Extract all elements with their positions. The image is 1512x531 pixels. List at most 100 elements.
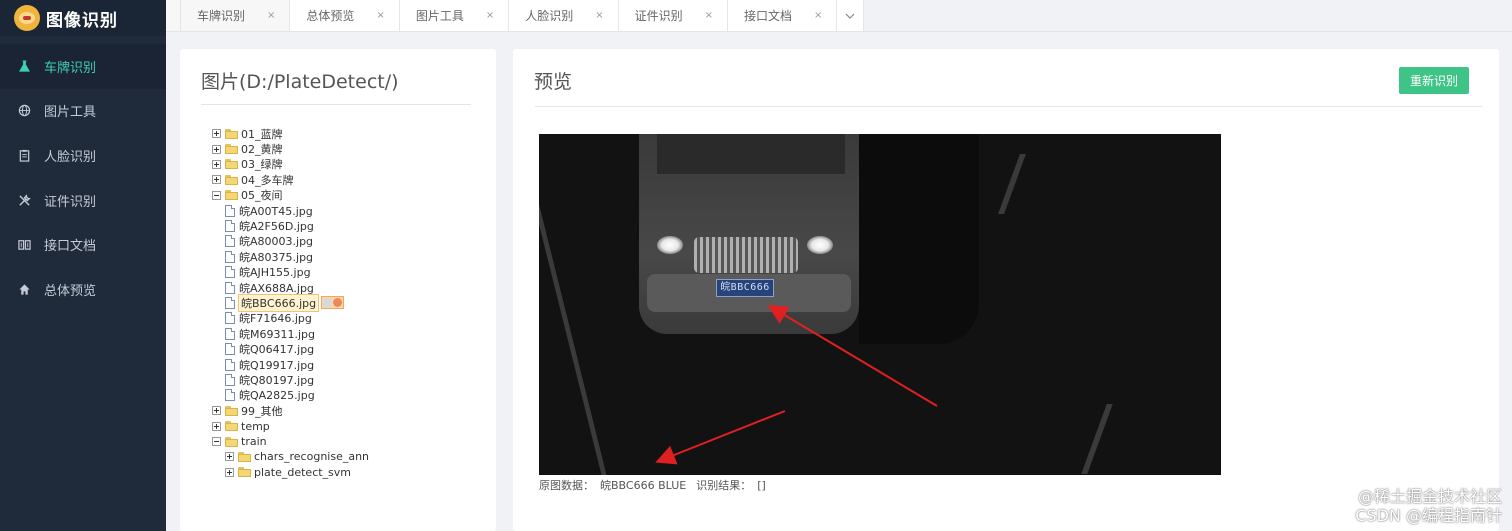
tabs: 车牌识别 × 总体预览 × 图片工具 × 人脸识别 × 证件识别 × 接口文档 … xyxy=(181,0,865,31)
app-title: 图像识别 xyxy=(46,10,118,31)
tree-file-selected[interactable]: 皖BBC666.jpg xyxy=(212,294,370,312)
sidebar-item-api-docs[interactable]: 接口文档 xyxy=(0,222,166,267)
expand-icon[interactable] xyxy=(225,452,234,462)
sidebar-item-overview[interactable]: 总体预览 xyxy=(0,267,166,312)
edit-icon[interactable] xyxy=(323,298,333,308)
tree-folder-open[interactable]: train xyxy=(212,434,370,449)
sidebar-item-id-recognition[interactable]: 证件识别 xyxy=(0,178,166,223)
clipboard-icon xyxy=(17,148,31,162)
tree-file[interactable]: 皖QA2825.jpg xyxy=(212,388,370,403)
sidebar-item-image-tools[interactable]: 图片工具 xyxy=(0,89,166,134)
tree-label: 皖AJH155.jpg xyxy=(239,266,311,280)
tab-image-tools[interactable]: 图片工具 × xyxy=(399,0,510,31)
folder-icon xyxy=(225,128,238,139)
folder-icon xyxy=(225,159,238,170)
tree-folder[interactable]: 03_绿牌 xyxy=(212,157,370,172)
watermark: @稀土掘金技术社区 CSDN @编程指南针 xyxy=(1355,487,1502,525)
close-icon[interactable]: × xyxy=(486,10,494,21)
tree-folder[interactable]: 01_蓝牌 xyxy=(212,126,370,141)
expand-icon[interactable] xyxy=(212,175,221,185)
tree-file[interactable]: 皖Q80197.jpg xyxy=(212,372,370,387)
tab-api-docs[interactable]: 接口文档 × xyxy=(728,0,838,31)
chevron-down-icon[interactable] xyxy=(837,0,865,31)
home-icon xyxy=(17,282,31,296)
tree-label: 皖M69311.jpg xyxy=(239,327,316,341)
file-tree: 01_蓝牌 02_黄牌 03_绿牌 04_多车牌 05_夜间 皖A00T45.j… xyxy=(212,126,370,480)
tab-scroll-left[interactable] xyxy=(166,0,181,31)
file-tree-panel: 图片(D:/PlateDetect/) 01_蓝牌 02_黄牌 03_绿牌 04… xyxy=(180,49,496,531)
remove-icon[interactable] xyxy=(333,298,343,308)
sidebar-item-plate-recognition[interactable]: 车牌识别 xyxy=(0,44,166,89)
tab-overview[interactable]: 总体预览 × xyxy=(290,0,400,31)
watermark-line: CSDN @编程指南针 xyxy=(1355,506,1502,525)
tree-folder[interactable]: 02_黄牌 xyxy=(212,141,370,156)
file-icon xyxy=(225,373,235,386)
tree-file[interactable]: 皖A80375.jpg xyxy=(212,249,370,264)
collapse-icon[interactable] xyxy=(212,190,221,200)
close-icon[interactable]: × xyxy=(267,10,275,21)
file-icon xyxy=(225,312,235,325)
app-logo-icon xyxy=(14,5,40,31)
tab-label: 图片工具 xyxy=(415,9,464,23)
sidebar-item-label: 证件识别 xyxy=(44,194,97,210)
file-icon xyxy=(225,281,235,294)
tree-label: temp xyxy=(241,419,270,433)
arrow-to-plate xyxy=(767,304,938,407)
expand-icon[interactable] xyxy=(212,144,221,154)
panel-title: 预览 xyxy=(534,71,573,93)
sidebar-item-face-recognition[interactable]: 人脸识别 xyxy=(0,133,166,178)
sidebar-menu: 车牌识别 图片工具 人脸识别 证件识别 接口文档 总体预览 xyxy=(0,44,166,312)
book-icon xyxy=(17,238,31,252)
tree-folder[interactable]: 99_其他 xyxy=(212,403,370,418)
collapse-icon[interactable] xyxy=(212,437,221,446)
tree-folder[interactable]: chars_recognise_ann xyxy=(212,449,370,464)
tree-folder[interactable]: temp xyxy=(212,418,370,433)
folder-icon xyxy=(238,467,251,478)
tree-label: 01_蓝牌 xyxy=(241,127,283,141)
sidebar-item-label: 图片工具 xyxy=(44,105,97,121)
tree-file[interactable]: 皖Q19917.jpg xyxy=(212,357,370,372)
tree-folder[interactable]: plate_detect_svm xyxy=(212,465,370,480)
expand-icon[interactable] xyxy=(212,406,221,416)
expand-icon[interactable] xyxy=(212,159,221,169)
flask-icon xyxy=(17,59,31,73)
tab-label: 总体预览 xyxy=(306,9,355,23)
tree-label: 皖Q06417.jpg xyxy=(239,343,315,357)
arrow-to-caption xyxy=(655,410,786,465)
tree-label: plate_detect_svm xyxy=(254,465,352,479)
tab-plate-recognition[interactable]: 车牌识别 × xyxy=(181,0,291,31)
tree-file[interactable]: 皖Q06417.jpg xyxy=(212,341,370,356)
tree-label: train xyxy=(241,435,267,448)
tree-file[interactable]: 皖AX688A.jpg xyxy=(212,280,370,295)
tree-file[interactable]: 皖AJH155.jpg xyxy=(212,265,370,280)
globe-icon xyxy=(17,104,31,118)
re-recognize-button[interactable]: 重新识别 xyxy=(1399,67,1469,94)
expand-icon[interactable] xyxy=(212,129,221,139)
tab-label: 接口文档 xyxy=(744,9,793,23)
result-label: 识别结果： xyxy=(696,479,752,492)
expand-icon[interactable] xyxy=(212,421,221,431)
tree-file[interactable]: 皖A00T45.jpg xyxy=(212,203,370,218)
close-icon[interactable]: × xyxy=(376,10,384,21)
tab-id-recognition[interactable]: 证件识别 × xyxy=(618,0,729,31)
folder-icon xyxy=(225,144,238,155)
tree-folder[interactable]: 04_多车牌 xyxy=(212,172,370,187)
tab-face-recognition[interactable]: 人脸识别 × xyxy=(509,0,619,31)
tree-label: 99_其他 xyxy=(241,404,283,418)
close-icon[interactable]: × xyxy=(705,10,713,21)
tree-folder-open[interactable]: 05_夜间 xyxy=(212,188,370,203)
close-icon[interactable]: × xyxy=(595,10,603,21)
expand-icon[interactable] xyxy=(225,467,234,477)
tree-file[interactable]: 皖A80003.jpg xyxy=(212,234,370,249)
tree-file[interactable]: 皖M69311.jpg xyxy=(212,326,370,341)
folder-icon xyxy=(225,421,238,432)
file-icon xyxy=(225,204,235,217)
folder-open-icon xyxy=(225,436,238,447)
tab-label: 人脸识别 xyxy=(525,9,574,23)
file-icon xyxy=(225,343,235,356)
file-icon xyxy=(225,296,235,309)
close-icon[interactable]: × xyxy=(814,10,822,21)
tree-file[interactable]: 皖F71646.jpg xyxy=(212,311,370,326)
tree-file[interactable]: 皖A2F56D.jpg xyxy=(212,218,370,233)
tree-label: 05_夜间 xyxy=(241,189,283,203)
